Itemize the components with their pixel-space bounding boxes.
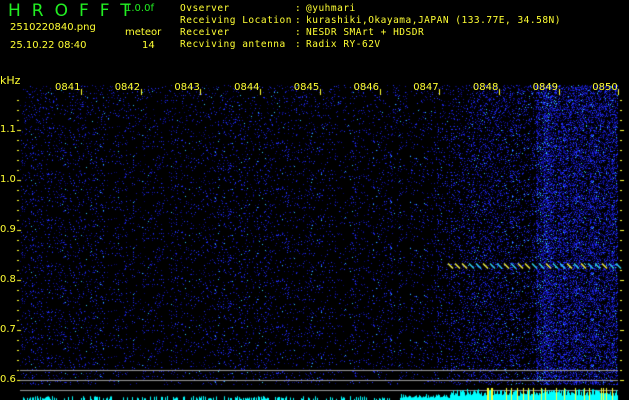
x-tick-label: 0849 [532, 82, 559, 93]
antenna-label: Recviving antenna [180, 39, 286, 50]
location-sep: : [295, 15, 302, 26]
meteor-count: 14 [142, 40, 155, 51]
x-tick-label: 0843 [174, 82, 200, 93]
x-tick-label: 0846 [353, 82, 379, 93]
receiver-label: Receiver [180, 27, 230, 38]
app-title: HROFFT [8, 1, 142, 21]
y-tick-label: 0.8 [0, 274, 16, 285]
x-tick-label: 0847 [413, 82, 439, 93]
x-tick-label: 0848 [472, 82, 499, 93]
y-tick-label: 0.6 [0, 374, 16, 385]
receiver-value: NESDR SMArt + HDSDR [306, 27, 425, 38]
location-value: kurashiki,Okayama,JAPAN (133.77E, 34.58N… [306, 15, 561, 26]
datetime: 25.10.22 08:40 [10, 40, 87, 51]
meteor-label: meteor [125, 27, 162, 38]
y-tick-label: 0.9 [0, 224, 16, 235]
observer-sep: : [295, 3, 302, 14]
x-tick-label: 0845 [293, 82, 320, 93]
observer-label: Ovserver [180, 3, 230, 14]
x-tick-label: 0842 [114, 82, 141, 93]
receiver-sep: : [295, 27, 302, 38]
antenna-sep: : [295, 39, 302, 50]
version: 1.0.0f [125, 3, 154, 14]
observer-value: @yuhmari [306, 3, 356, 14]
filename: 2510220840.png [10, 22, 96, 33]
hrofft-screen: HROFFT 1.0.0f 2510220840.png 25.10.22 08… [0, 0, 629, 400]
y-tick-label: 0.7 [0, 324, 16, 335]
location-label: Receiving Location [180, 15, 292, 26]
x-tick-label: 0844 [234, 82, 260, 93]
antenna-value: Radix RY-62V [306, 39, 381, 50]
x-tick-label: 0841 [55, 82, 81, 93]
x-tick-label: 0850 [592, 82, 618, 93]
spectrogram [0, 78, 629, 400]
y-axis-unit: kHz [0, 74, 21, 87]
y-tick-label: 1.1 [0, 124, 16, 135]
y-tick-label: 1.0 [0, 174, 16, 185]
